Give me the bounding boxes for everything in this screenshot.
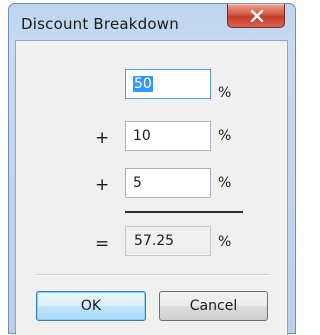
percent-label-2: % <box>218 128 232 144</box>
percent-label-3: % <box>218 175 232 191</box>
discount-value-1: 50 <box>133 76 153 92</box>
discount-field-2[interactable]: 10 <box>125 121 211 151</box>
result-value: 57.25 <box>134 233 175 249</box>
percent-label-result: % <box>218 234 232 250</box>
separator <box>37 274 269 276</box>
percent-label-1: % <box>218 85 232 101</box>
plus-operator-1: + <box>95 128 110 148</box>
discount-field-1[interactable]: 50 <box>125 69 211 99</box>
dialog-content: 50 % + 10 % + 5 % = 57.25 % OK Cancel <box>15 40 288 335</box>
discount-field-3[interactable]: 5 <box>125 168 211 198</box>
close-icon <box>250 10 264 22</box>
close-button[interactable] <box>227 4 285 28</box>
cancel-button[interactable]: Cancel <box>159 291 268 321</box>
title-bar[interactable]: Discount Breakdown <box>9 4 295 40</box>
ok-button[interactable]: OK <box>36 291 146 321</box>
dialog-title: Discount Breakdown <box>21 15 179 33</box>
equals-operator: = <box>95 234 110 254</box>
sum-line <box>125 211 243 213</box>
result-field: 57.25 <box>125 226 211 256</box>
plus-operator-2: + <box>95 175 110 195</box>
dialog-window: Discount Breakdown 50 % + 10 % + 5 % = 5… <box>8 3 296 335</box>
discount-value-3: 5 <box>133 175 142 191</box>
discount-value-2: 10 <box>133 128 151 144</box>
